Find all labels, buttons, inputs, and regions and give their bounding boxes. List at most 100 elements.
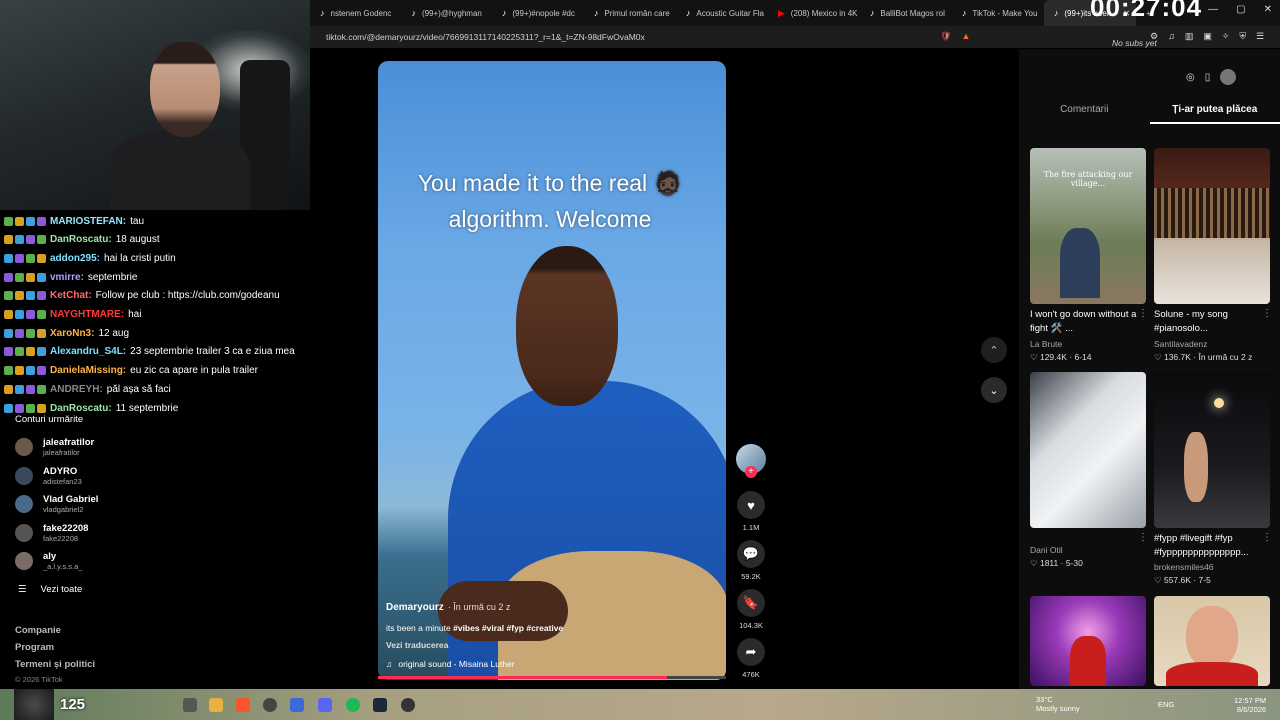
file-explorer-icon[interactable] bbox=[209, 698, 223, 712]
recommended-video-thumb[interactable]: The fire attacking our village... bbox=[1030, 148, 1146, 304]
badge-icon bbox=[15, 291, 24, 301]
sidebar-icon[interactable]: ▥ bbox=[1185, 31, 1194, 42]
followed-account[interactable]: ADYRO adistefan23 bbox=[15, 463, 82, 489]
rewards-icon[interactable]: ▲ bbox=[961, 31, 970, 42]
weather-widget[interactable]: 33°C Mostly sunny bbox=[1036, 695, 1080, 713]
brave-browser-icon[interactable] bbox=[236, 698, 250, 712]
video-description: its been a minute #vibes #viral #fyp #cr… bbox=[386, 623, 564, 633]
recommended-title[interactable]: I won't go down without a fight 🛠️ ... bbox=[1030, 308, 1146, 336]
app-icon[interactable] bbox=[401, 698, 415, 712]
badge-icon bbox=[37, 253, 46, 263]
followed-account[interactable]: jaleafratilor jaleafratilor bbox=[15, 434, 94, 460]
video-sound[interactable]: ♫ original sound - Misaina Luther bbox=[386, 659, 515, 669]
account-handle: vladgabriel2 bbox=[43, 505, 84, 514]
badge-icon bbox=[26, 291, 35, 301]
chat-badges bbox=[4, 235, 46, 245]
panel-tabs: Comentarii Ți-ar putea plăcea bbox=[1019, 98, 1280, 124]
avatar bbox=[15, 523, 33, 542]
previous-video-button[interactable]: ⌃ bbox=[981, 337, 1007, 363]
chat-username: NAYGHTMARE: bbox=[50, 309, 125, 320]
browser-tab[interactable]: ♪ Acoustic Guitar Fla bbox=[676, 0, 768, 26]
next-video-button[interactable]: ⌄ bbox=[981, 377, 1007, 403]
like-action[interactable]: ♥ 1.1M bbox=[736, 491, 766, 532]
url-text[interactable]: tiktok.com/@demaryourz/video/76699131171… bbox=[326, 32, 645, 42]
video-progress-bar[interactable] bbox=[378, 676, 726, 679]
vpn-icon[interactable]: ⛨ bbox=[1239, 31, 1246, 42]
music-icon[interactable]: ♫ bbox=[1168, 31, 1175, 42]
follow-plus-icon[interactable]: + bbox=[745, 466, 757, 478]
chat-badges bbox=[4, 216, 46, 226]
minimize-icon[interactable]: — bbox=[1208, 4, 1218, 15]
phone-icon[interactable]: ▯ bbox=[1205, 72, 1211, 85]
recommended-video-thumb[interactable] bbox=[1154, 148, 1270, 304]
recommended-video-thumb[interactable] bbox=[1030, 372, 1146, 528]
browser-tab[interactable]: ♪ BalliBot Magos rol bbox=[860, 0, 952, 26]
ai-icon[interactable]: ✧ bbox=[1222, 31, 1230, 42]
more-options-icon[interactable]: ⋮ bbox=[1138, 308, 1148, 319]
brave-shield-icon[interactable]: 🛡 bbox=[940, 31, 951, 42]
browser-tab[interactable]: ♪ nstenem Godenc bbox=[310, 0, 401, 26]
badge-icon bbox=[4, 235, 13, 245]
followed-account[interactable]: Vlad Gabriel vladgabriel2 bbox=[15, 491, 98, 517]
recommended-author[interactable]: Santilavadenz bbox=[1154, 339, 1207, 349]
footer-link-terms[interactable]: Termeni și politici bbox=[15, 659, 95, 670]
profile-avatar[interactable] bbox=[1220, 69, 1237, 85]
chat-username: DanRoscatu: bbox=[50, 402, 112, 414]
see-translation-link[interactable]: Vezi traducerea bbox=[386, 640, 448, 650]
see-all-button[interactable]: ☰ Vezi toate bbox=[18, 584, 82, 595]
obs-icon[interactable] bbox=[263, 698, 277, 712]
music-note-icon: ♫ bbox=[386, 659, 393, 669]
followed-account[interactable]: aly _a.l.y.s.s.a_ bbox=[15, 548, 82, 574]
tab-you-may-like[interactable]: Ți-ar putea plăcea bbox=[1149, 98, 1280, 124]
footer-link-program[interactable]: Program bbox=[15, 642, 54, 653]
steam-icon[interactable] bbox=[373, 698, 387, 712]
recommended-author[interactable]: brokensmiles46 bbox=[1154, 562, 1214, 572]
tiktok-icon: ♪ bbox=[593, 8, 599, 18]
chat-username: ANDREYH: bbox=[50, 383, 103, 395]
more-options-icon[interactable]: ⋮ bbox=[1262, 308, 1272, 319]
chat-text: Follow pe club : https://club.com/godean… bbox=[95, 290, 280, 302]
share-icon[interactable]: ➦ bbox=[737, 638, 765, 666]
task-view-icon[interactable] bbox=[183, 698, 197, 712]
recommended-video-thumb[interactable] bbox=[1154, 372, 1270, 528]
share-action[interactable]: ➦ 476K bbox=[736, 638, 766, 679]
spotify-icon[interactable] bbox=[346, 698, 360, 712]
followed-account[interactable]: fake22208 fake22208 bbox=[15, 520, 88, 546]
recommended-video-thumb[interactable] bbox=[1030, 596, 1146, 686]
tab-comments[interactable]: Comentarii bbox=[1019, 98, 1150, 124]
maximize-icon[interactable]: ▢ bbox=[1236, 4, 1245, 15]
browser-tab[interactable]: ♪ (99+)#nopole #dc bbox=[492, 0, 584, 26]
menu-icon[interactable]: ☰ bbox=[1256, 31, 1264, 42]
video-author[interactable]: Demaryourz · În urmă cu 2 z bbox=[386, 602, 510, 613]
browser-tab[interactable]: ♪ Primul român care bbox=[584, 0, 676, 26]
account-name: Vlad Gabriel bbox=[43, 494, 99, 505]
system-clock[interactable]: 12:57 PM 8/6/2026 bbox=[1234, 696, 1266, 714]
footer-link-company[interactable]: Companie bbox=[15, 625, 61, 636]
browser-tab[interactable]: ♪ TikTok - Make You bbox=[952, 0, 1044, 26]
comment-icon[interactable]: 💬 bbox=[737, 540, 765, 568]
badge-icon bbox=[26, 310, 35, 319]
recommended-title[interactable]: #fypp #livegift #fyp #fypppppppppppppp..… bbox=[1154, 532, 1270, 560]
video-player[interactable] bbox=[378, 61, 726, 680]
browser-tab[interactable]: ▶ (208) Mexico in 4K bbox=[768, 0, 860, 26]
browser-tab[interactable]: ♪ (99+)@hyghman bbox=[401, 0, 491, 26]
heart-icon[interactable]: ♥ bbox=[737, 491, 765, 519]
recommended-title[interactable]: Solune - my song #pianosolo... bbox=[1154, 308, 1270, 336]
more-options-icon[interactable]: ⋮ bbox=[1138, 532, 1148, 543]
recommended-author[interactable]: Dani Otil bbox=[1030, 545, 1063, 555]
discord-icon[interactable] bbox=[318, 698, 332, 712]
app-icon[interactable] bbox=[290, 698, 304, 712]
language-indicator[interactable]: ENG bbox=[1158, 700, 1174, 709]
wallet-icon[interactable]: ▣ bbox=[1203, 31, 1212, 42]
save-action[interactable]: 🔖 104.3K bbox=[736, 589, 766, 630]
comment-action[interactable]: 💬 59.2K bbox=[736, 540, 766, 581]
recommended-author[interactable]: La Brute bbox=[1030, 339, 1062, 349]
bookmark-icon[interactable]: 🔖 bbox=[737, 589, 765, 617]
badge-icon bbox=[4, 216, 13, 226]
chat-text: septembrie bbox=[87, 271, 138, 283]
compass-icon[interactable]: ◎ bbox=[1186, 72, 1195, 85]
no-subs-overlay: No subs yet bbox=[1112, 38, 1157, 48]
close-window-icon[interactable]: ✕ bbox=[1264, 4, 1272, 15]
recommended-video-thumb[interactable] bbox=[1154, 596, 1270, 686]
video-hashtags[interactable]: #vibes #viral #fyp #creative bbox=[453, 623, 563, 633]
